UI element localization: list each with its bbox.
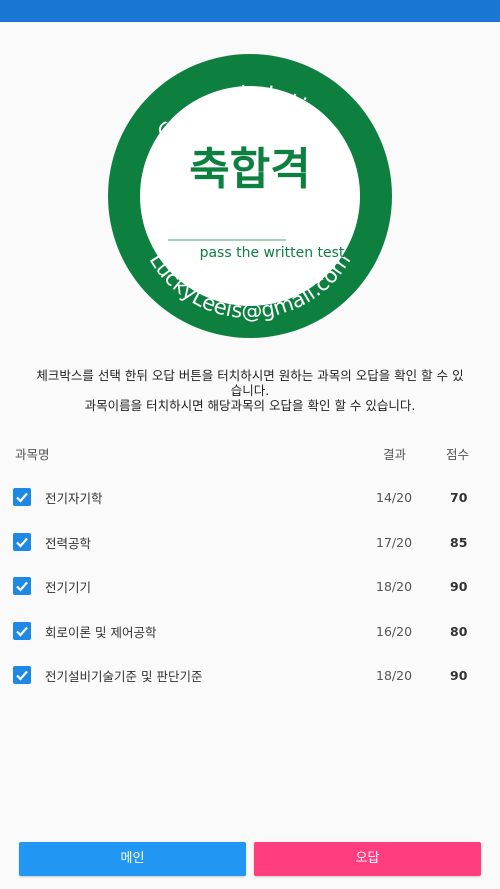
header-score: 점수 [446, 447, 470, 462]
subject-result: 18/20 [376, 668, 413, 683]
header-subject: 과목명 [15, 447, 50, 462]
subject-name[interactable]: 회로이론 및 제어공학 [45, 622, 156, 641]
instructions-text: 체크박스를 선택 한뒤 오답 버튼을 터치하시면 원하는 과목의 오답을 확인 … [20, 368, 480, 413]
table-row: 전기설비기술기준 및 판단기준 18/20 90 [0, 652, 500, 697]
subject-score: 70 [450, 490, 468, 505]
congratulations-seal: Congratulations LuckyLeeis@gmail.com 축합격… [106, 52, 394, 340]
check-icon [16, 537, 28, 548]
subject-result: 16/20 [376, 623, 413, 639]
table-header: 과목명 결과 점수 [0, 442, 500, 464]
header-result: 결과 [383, 447, 407, 462]
seal-tagline: pass the written test [200, 245, 345, 261]
subject-score: 80 [450, 623, 468, 639]
subject-result: 18/20 [376, 579, 413, 594]
check-icon [16, 492, 28, 503]
subject-result: 14/20 [376, 490, 413, 505]
table-row: 전기자기학 14/20 70 [0, 474, 500, 519]
subject-name[interactable]: 전기설비기술기준 및 판단기준 [45, 666, 202, 685]
subject-checkbox[interactable] [13, 666, 31, 684]
subject-score: 90 [450, 579, 468, 594]
instructions-line: 과목이름을 터치하시면 해당과목의 오답을 확인 할 수 있습니다. [84, 398, 416, 413]
subject-checkbox[interactable] [13, 532, 31, 551]
table-row: 전력공학 17/20 85 [0, 519, 500, 564]
subject-name[interactable]: 전기자기학 [45, 488, 103, 507]
review-wrong-answers-button[interactable]: 오답 [254, 842, 481, 876]
subject-score: 90 [450, 668, 468, 683]
check-icon [16, 581, 28, 592]
instructions-line: 체크박스를 선택 한뒤 오답 버튼을 터치하시면 원하는 과목의 오답을 확인 … [36, 368, 464, 383]
table-row: 전기기기 18/20 90 [0, 563, 500, 608]
subject-checkbox[interactable] [13, 488, 31, 506]
subject-result: 17/20 [376, 534, 413, 550]
check-icon [16, 626, 28, 637]
table-row: 회로이론 및 제어공학 16/20 80 [0, 608, 500, 653]
seal-center-text: 축합격 [189, 144, 310, 195]
check-icon [16, 670, 28, 681]
subject-name[interactable]: 전기기기 [45, 577, 91, 596]
status-bar [0, 0, 500, 22]
subject-checkbox[interactable] [13, 621, 31, 640]
subject-checkbox[interactable] [13, 577, 31, 595]
main-button[interactable]: 메인 [19, 842, 246, 876]
subject-list: 전기자기학 14/20 70 전력공학 17/20 85 전기기기 18/20 … [0, 474, 500, 697]
subject-name[interactable]: 전력공학 [45, 533, 91, 552]
instructions-line: 습니다. [230, 383, 270, 398]
subject-score: 85 [450, 534, 468, 550]
